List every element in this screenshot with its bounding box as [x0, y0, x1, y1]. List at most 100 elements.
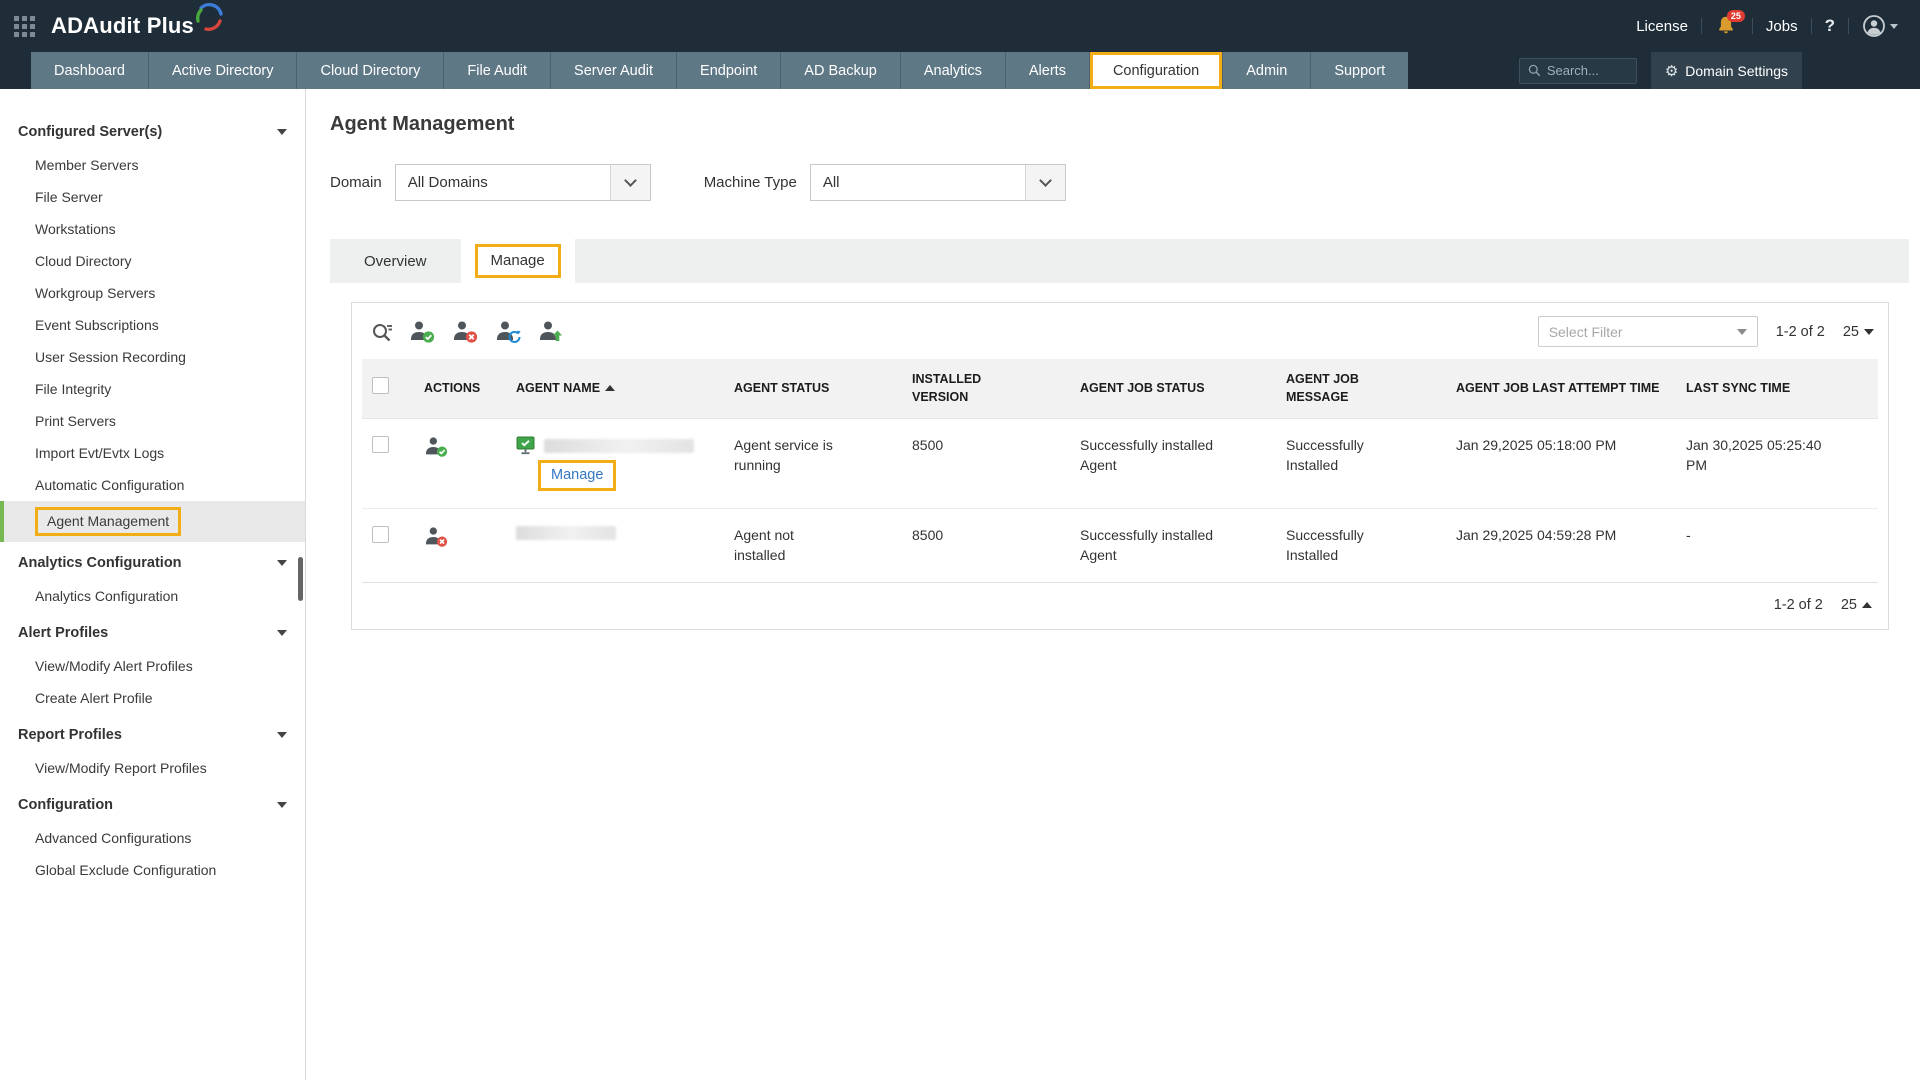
domain-settings-button[interactable]: ⚙ Domain Settings [1651, 52, 1802, 89]
user-menu[interactable] [1862, 14, 1898, 38]
global-search[interactable] [1519, 58, 1637, 84]
upgrade-agent-icon[interactable] [538, 320, 566, 344]
machine-type-select-value: All [811, 174, 1025, 191]
sidebar-item-user-session-recording[interactable]: User Session Recording [0, 341, 305, 373]
divider [1811, 18, 1812, 34]
search-columns-icon[interactable] [370, 320, 394, 344]
nav-tab-admin[interactable]: Admin [1222, 52, 1310, 89]
agent-status-value: Agent service is running [734, 436, 846, 475]
app-logo: ADAudit Plus [51, 13, 226, 39]
restart-agent-icon[interactable] [495, 320, 523, 344]
sidebar-item-workgroup-servers[interactable]: Workgroup Servers [0, 277, 305, 309]
sidebar-item-file-server[interactable]: File Server [0, 181, 305, 213]
sidebar-item-workstations[interactable]: Workstations [0, 213, 305, 245]
agent-job-message-value: Successfully Installed [1286, 436, 1378, 475]
top-header: ADAudit Plus License 25 Jobs ? [0, 0, 1920, 52]
machine-type-filter-label: Machine Type [704, 174, 797, 191]
domain-filter-label: Domain [330, 174, 382, 191]
agent-installed-icon[interactable] [424, 436, 496, 458]
sidebar-section-configuration[interactable]: Configuration [0, 788, 305, 822]
sidebar-item-event-subscriptions[interactable]: Event Subscriptions [0, 309, 305, 341]
search-input[interactable] [1547, 63, 1627, 78]
install-agent-icon[interactable] [409, 320, 437, 344]
sidebar-section-alert-profiles[interactable]: Alert Profiles [0, 616, 305, 650]
sidebar-item-file-integrity[interactable]: File Integrity [0, 373, 305, 405]
apps-grid-icon[interactable] [14, 16, 35, 37]
divider [1701, 18, 1702, 34]
nav-tab-file-audit[interactable]: File Audit [443, 52, 550, 89]
nav-tab-alerts[interactable]: Alerts [1005, 52, 1089, 89]
sidebar-item-analytics-configuration[interactable]: Analytics Configuration [0, 580, 305, 612]
agent-job-message-value: Successfully Installed [1286, 526, 1378, 565]
agent-tabs: Overview Manage [330, 239, 1909, 283]
sidebar-section-configured-servers[interactable]: Configured Server(s) [0, 115, 305, 149]
pagination-range-bottom: 1-2 of 2 [1774, 597, 1823, 613]
nav-tab-server-audit[interactable]: Server Audit [550, 52, 676, 89]
avatar-icon [1862, 14, 1886, 38]
agent-job-last-attempt-value: Jan 29,2025 05:18:00 PM [1456, 437, 1616, 453]
sidebar-item-cloud-directory[interactable]: Cloud Directory [0, 245, 305, 277]
annotation-highlight-box: Manage [538, 460, 616, 491]
last-sync-time-value: Jan 30,2025 05:25:40 PM [1686, 436, 1836, 475]
jobs-link[interactable]: Jobs [1766, 18, 1798, 35]
divider [1848, 18, 1849, 34]
search-icon [1528, 64, 1541, 77]
select-all-header [362, 359, 414, 419]
sidebar-section-report-profiles[interactable]: Report Profiles [0, 718, 305, 752]
select-filter-dropdown[interactable]: Select Filter [1538, 316, 1758, 347]
page-size-dropdown[interactable]: 25 [1843, 324, 1874, 340]
sidebar-item-create-alert-profile[interactable]: Create Alert Profile [0, 682, 305, 714]
nav-tab-endpoint[interactable]: Endpoint [676, 52, 780, 89]
nav-tab-ad-backup[interactable]: AD Backup [780, 52, 900, 89]
sidebar-scrollbar[interactable] [298, 557, 303, 601]
sidebar-section-analytics-configuration[interactable]: Analytics Configuration [0, 546, 305, 580]
col-agent-name[interactable]: AGENT NAME [506, 359, 724, 419]
nav-tab-configuration[interactable]: Configuration [1089, 52, 1222, 89]
tab-manage[interactable]: Manage [461, 239, 575, 283]
row-checkbox[interactable] [372, 436, 389, 453]
tab-overview[interactable]: Overview [330, 239, 461, 283]
sidebar-item-agent-management[interactable]: Agent Management [0, 501, 305, 542]
agents-table: ACTIONS AGENT NAME AGENT STATUS INSTALLE… [362, 359, 1878, 582]
domain-select[interactable]: All Domains [395, 164, 651, 201]
nav-tab-cloud-directory[interactable]: Cloud Directory [296, 52, 443, 89]
sidebar-item-advanced-configurations[interactable]: Advanced Configurations [0, 822, 305, 854]
redacted-agent-name [516, 526, 616, 540]
agent-status-value: Agent not installed [734, 526, 846, 565]
notifications-bell-icon[interactable]: 25 [1715, 14, 1739, 38]
notifications-count-badge: 25 [1727, 10, 1745, 22]
sidebar-item-member-servers[interactable]: Member Servers [0, 149, 305, 181]
sidebar-item-import-evt-logs[interactable]: Import Evt/Evtx Logs [0, 437, 305, 469]
license-link[interactable]: License [1636, 18, 1688, 35]
redacted-agent-name [544, 439, 694, 453]
chevron-down-icon [277, 732, 287, 738]
domain-select-value: All Domains [396, 174, 610, 191]
sidebar-item-automatic-configuration[interactable]: Automatic Configuration [0, 469, 305, 501]
manage-agent-link[interactable]: Manage [551, 467, 603, 483]
table-row: Agent not installed 8500 Successfully in… [362, 509, 1878, 583]
nav-tab-analytics[interactable]: Analytics [900, 52, 1005, 89]
agent-job-status-value: Successfully installed Agent [1080, 436, 1238, 475]
sidebar-item-view-modify-report-profiles[interactable]: View/Modify Report Profiles [0, 752, 305, 784]
uninstall-agent-icon[interactable] [452, 320, 480, 344]
annotation-highlight-box: Manage [475, 244, 561, 278]
nav-tab-active-directory[interactable]: Active Directory [148, 52, 297, 89]
chevron-down-icon [1890, 24, 1898, 29]
gear-icon: ⚙ [1665, 62, 1678, 80]
chevron-down-icon [624, 174, 637, 187]
sidebar-item-view-modify-alert-profiles[interactable]: View/Modify Alert Profiles [0, 650, 305, 682]
nav-tab-dashboard[interactable]: Dashboard [31, 52, 148, 89]
chevron-down-icon [1039, 174, 1052, 187]
pagination-range: 1-2 of 2 [1776, 324, 1825, 340]
nav-tab-support[interactable]: Support [1310, 52, 1408, 89]
main-navbar: Dashboard Active Directory Cloud Directo… [0, 52, 1920, 89]
page-size-dropdown-bottom[interactable]: 25 [1841, 597, 1872, 613]
row-checkbox[interactable] [372, 526, 389, 543]
machine-type-select[interactable]: All [810, 164, 1066, 201]
agent-not-installed-icon[interactable] [424, 526, 496, 548]
sidebar-item-global-exclude-configuration[interactable]: Global Exclude Configuration [0, 854, 305, 886]
help-icon[interactable]: ? [1825, 16, 1835, 36]
select-all-checkbox[interactable] [372, 377, 389, 394]
chevron-down-icon [1737, 329, 1747, 335]
sidebar-item-print-servers[interactable]: Print Servers [0, 405, 305, 437]
